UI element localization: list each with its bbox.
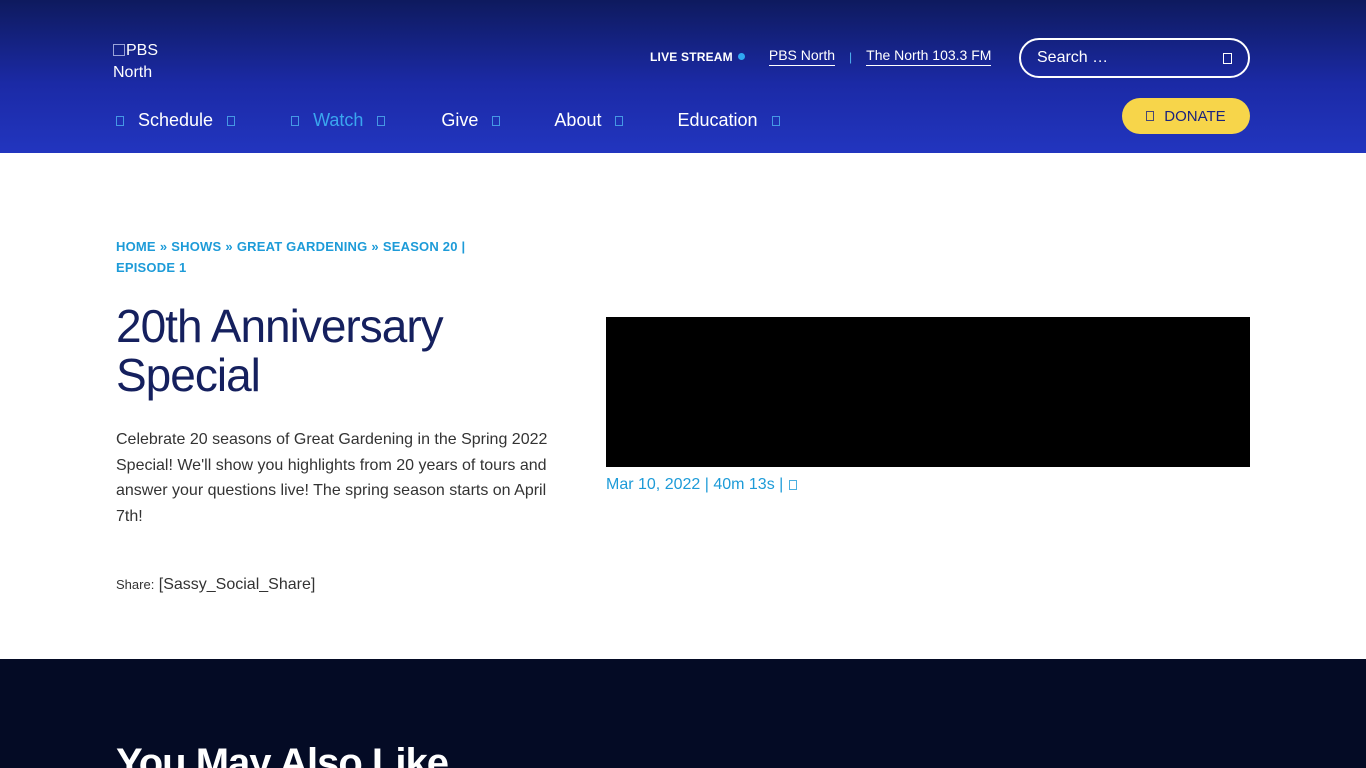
- breadcrumb-home[interactable]: HOME: [116, 239, 156, 254]
- donate-button[interactable]: DONATE: [1122, 98, 1250, 134]
- nav-item-about[interactable]: About: [554, 110, 624, 131]
- page-title: 20th Anniversary Special: [116, 300, 444, 401]
- broken-image-icon: [113, 44, 125, 56]
- chevron-down-icon: [492, 115, 501, 126]
- episode-description: Celebrate 20 seasons of Great Gardening …: [116, 431, 548, 525]
- nav-label-education: Education: [677, 110, 758, 130]
- nav-item-schedule[interactable]: Schedule: [116, 110, 236, 131]
- nav-label-schedule: Schedule: [138, 110, 214, 130]
- breadcrumb-shows[interactable]: SHOWS: [171, 239, 221, 254]
- nav-label-about: About: [554, 110, 602, 130]
- search-placeholder: Search …: [1037, 49, 1109, 66]
- live-stream-label: LIVE STREAM: [650, 49, 733, 64]
- the-north-fm-link[interactable]: The North 103.3 FM: [866, 47, 992, 66]
- link-divider: |: [849, 49, 853, 64]
- search-input[interactable]: Search …: [1019, 38, 1250, 78]
- breadcrumb: HOME» SHOWS» GREAT GARDENING» SEASON 20 | E…: [116, 236, 506, 278]
- video-meta: Mar 10, 2022 | 40m 13s |: [606, 476, 798, 494]
- breadcrumb-separator: »: [159, 239, 168, 254]
- chevron-down-icon: [771, 115, 780, 126]
- watch-icon: [291, 115, 300, 126]
- pbs-north-link[interactable]: PBS North: [768, 47, 836, 66]
- related-heading: You May Also Like: [116, 741, 449, 768]
- nav-label-give: Give: [441, 110, 479, 130]
- site-header: PBS North LIVE STREAM PBS North | The No…: [0, 0, 1366, 153]
- share-label: Share:: [116, 577, 155, 592]
- donate-label: DONATE: [1164, 107, 1226, 125]
- main-navigation: Schedule Watch Give About Education: [116, 110, 824, 131]
- video-player[interactable]: [606, 317, 1250, 467]
- chevron-down-icon: [227, 115, 236, 126]
- nav-item-education[interactable]: Education: [677, 110, 780, 131]
- heart-icon: [1146, 111, 1155, 121]
- pbs-north-logo[interactable]: PBS North: [113, 40, 183, 84]
- search-icon[interactable]: [1223, 52, 1232, 64]
- schedule-icon: [116, 115, 124, 126]
- utility-links: LIVE STREAM PBS North | The North 103.3 …: [650, 47, 992, 66]
- live-indicator-dot-icon: [737, 53, 745, 60]
- chevron-down-icon: [615, 115, 624, 126]
- chevron-down-icon: [377, 115, 386, 126]
- breadcrumb-separator: »: [225, 239, 233, 254]
- related-section: You May Also Like: [0, 659, 1366, 768]
- share-section: Share: [Sassy_Social_Share]: [116, 576, 315, 594]
- nav-item-watch[interactable]: Watch: [291, 110, 386, 131]
- video-meta-text: Mar 10, 2022 | 40m 13s |: [606, 476, 784, 493]
- breadcrumb-great-gardening[interactable]: GREAT GARDENING: [237, 239, 368, 254]
- breadcrumb-separator: »: [371, 239, 379, 254]
- share-shortcode: [Sassy_Social_Share]: [158, 576, 316, 593]
- closed-captions-icon: [789, 480, 798, 490]
- live-stream-link[interactable]: LIVE STREAM: [650, 50, 745, 64]
- nav-label-watch: Watch: [313, 110, 364, 130]
- nav-item-give[interactable]: Give: [441, 110, 501, 131]
